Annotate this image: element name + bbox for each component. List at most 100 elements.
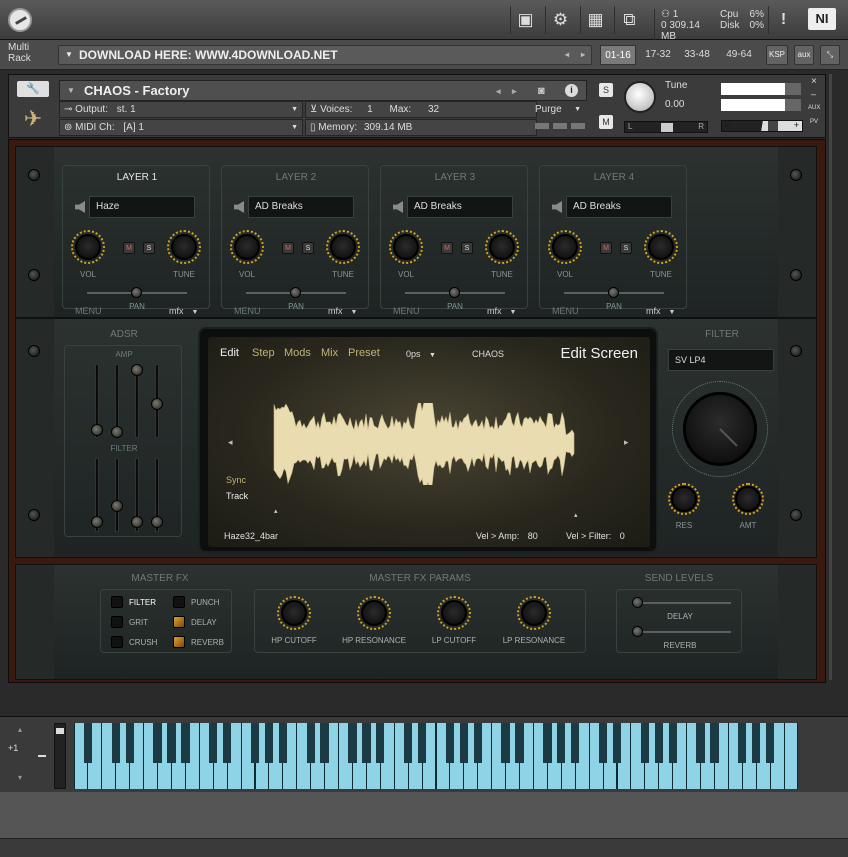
res-knob[interactable] bbox=[671, 486, 697, 512]
black-key[interactable] bbox=[167, 723, 176, 763]
mute-button[interactable]: M bbox=[123, 242, 135, 254]
prev-instrument-icon[interactable]: ◂ bbox=[496, 81, 501, 101]
black-key[interactable] bbox=[376, 723, 385, 763]
black-key[interactable] bbox=[348, 723, 357, 763]
pan-handle[interactable] bbox=[449, 287, 460, 298]
solo-button[interactable]: S bbox=[143, 242, 155, 254]
black-key[interactable] bbox=[403, 723, 413, 763]
camera-icon[interactable]: ◙ bbox=[538, 81, 545, 101]
layer-sample-field[interactable]: Haze bbox=[89, 196, 195, 218]
layer-sample-field[interactable]: AD Breaks bbox=[248, 196, 354, 218]
menu-label[interactable]: MENU bbox=[393, 306, 420, 316]
speaker-icon[interactable] bbox=[234, 201, 244, 213]
next-arrow-icon[interactable]: ▸ bbox=[624, 437, 629, 448]
black-key[interactable] bbox=[765, 723, 775, 763]
fx-toggle-grit[interactable] bbox=[111, 616, 123, 628]
param-knob-hp-cutoff[interactable] bbox=[281, 600, 307, 626]
save-icon[interactable]: ▣ bbox=[510, 6, 540, 34]
black-key[interactable] bbox=[501, 723, 510, 763]
mute-button[interactable]: M bbox=[282, 242, 294, 254]
pan-slider[interactable]: L R bbox=[624, 121, 708, 133]
delay-send-handle[interactable] bbox=[632, 597, 643, 608]
mfx-dropdown[interactable]: mfx ▼ bbox=[169, 306, 198, 316]
mfx-dropdown[interactable]: mfx ▼ bbox=[487, 306, 516, 316]
end-marker-icon[interactable]: ▴ bbox=[574, 511, 578, 519]
black-key[interactable] bbox=[417, 723, 427, 763]
fx-toggle-delay[interactable] bbox=[173, 616, 185, 628]
black-key[interactable] bbox=[181, 723, 190, 763]
gear-icon[interactable]: ⚙ bbox=[545, 6, 575, 34]
aux-label[interactable]: AUX bbox=[808, 105, 820, 111]
black-key[interactable] bbox=[640, 723, 649, 763]
vel-amp[interactable]: Vel > Amp: 80 bbox=[476, 531, 538, 541]
speaker-icon[interactable] bbox=[552, 201, 562, 213]
tab-mix[interactable]: Mix bbox=[321, 347, 338, 359]
black-key[interactable] bbox=[125, 723, 134, 763]
mfx-dropdown[interactable]: mfx ▼ bbox=[646, 306, 675, 316]
filter-fader-release[interactable] bbox=[151, 516, 163, 528]
amp-fader-attack[interactable] bbox=[91, 424, 103, 436]
vol-knob[interactable] bbox=[552, 234, 578, 260]
prev-arrow-icon[interactable]: ◂ bbox=[565, 46, 569, 64]
black-key[interactable] bbox=[362, 723, 371, 763]
info-icon[interactable]: i bbox=[565, 84, 578, 97]
mute-button[interactable]: M bbox=[600, 242, 612, 254]
volume-handle[interactable] bbox=[768, 121, 778, 131]
output-row[interactable]: ⊸ Output: st. 1 ▼ bbox=[59, 101, 303, 118]
wrench-icon[interactable]: 🔧 bbox=[17, 81, 49, 97]
black-key[interactable] bbox=[153, 723, 162, 763]
menu-label[interactable]: MENU bbox=[552, 306, 579, 316]
track-label[interactable]: Track bbox=[226, 491, 248, 501]
pitch-wheel-handle[interactable] bbox=[56, 728, 64, 734]
vel-filter[interactable]: Vel > Filter: 0 bbox=[566, 531, 625, 541]
black-key[interactable] bbox=[738, 723, 747, 763]
pan-handle[interactable] bbox=[131, 287, 142, 298]
instrument-name-field[interactable]: ▼ CHAOS - Factory ◂ ▸ ◙ i bbox=[59, 80, 587, 101]
black-key[interactable] bbox=[250, 723, 260, 763]
pv-label[interactable]: PV bbox=[810, 119, 818, 125]
start-marker-icon[interactable]: ▴ bbox=[274, 507, 278, 515]
close-icon[interactable]: × bbox=[811, 76, 817, 87]
amp-fader-release[interactable] bbox=[151, 398, 163, 410]
midi-channel-row[interactable]: ⊚ MIDI Ch: [A] 1 ▼ bbox=[59, 119, 303, 136]
pitch-wheel[interactable] bbox=[54, 723, 66, 789]
param-knob-lp-resonance[interactable] bbox=[521, 600, 547, 626]
black-key[interactable] bbox=[598, 723, 608, 763]
tune-knob[interactable] bbox=[330, 234, 356, 260]
black-key[interactable] bbox=[696, 723, 705, 763]
black-key[interactable] bbox=[264, 723, 274, 763]
warning-icon[interactable]: ! bbox=[768, 6, 798, 34]
black-key[interactable] bbox=[278, 723, 287, 763]
kontakt-logo-icon[interactable] bbox=[8, 8, 32, 32]
black-key[interactable] bbox=[668, 723, 677, 763]
pan-handle[interactable] bbox=[290, 287, 301, 298]
black-key[interactable] bbox=[654, 723, 663, 763]
black-key[interactable] bbox=[445, 723, 455, 763]
tab-step[interactable]: Step bbox=[252, 347, 275, 359]
menu-label[interactable]: MENU bbox=[234, 306, 261, 316]
octave-up-icon[interactable]: ▴ bbox=[18, 725, 22, 734]
range-tab-01-16[interactable]: 01-16 bbox=[600, 45, 636, 65]
filter-cutoff-knob[interactable] bbox=[683, 392, 757, 466]
volume-slider[interactable]: – + bbox=[721, 120, 803, 132]
tune-knob[interactable] bbox=[489, 234, 515, 260]
black-key[interactable] bbox=[83, 723, 93, 763]
octave-down-icon[interactable]: ▾ bbox=[18, 773, 22, 782]
rack-scrollbar[interactable] bbox=[829, 74, 832, 680]
mute-button[interactable]: M bbox=[599, 115, 613, 129]
speaker-icon[interactable] bbox=[393, 201, 403, 213]
black-key[interactable] bbox=[557, 723, 566, 763]
black-key[interactable] bbox=[612, 723, 622, 763]
range-tab-17-32[interactable]: 17-32 bbox=[640, 45, 676, 65]
speaker-icon[interactable] bbox=[75, 201, 85, 213]
fx-toggle-filter[interactable] bbox=[111, 596, 123, 608]
amt-knob[interactable] bbox=[735, 486, 761, 512]
filter-fader-decay[interactable] bbox=[111, 500, 123, 512]
range-tab-49-64[interactable]: 49-64 bbox=[720, 45, 758, 65]
next-instrument-icon[interactable]: ▸ bbox=[512, 81, 517, 101]
filter-type-field[interactable]: SV LP4 bbox=[668, 349, 774, 371]
white-key[interactable] bbox=[784, 723, 798, 789]
vol-knob[interactable] bbox=[393, 234, 419, 260]
black-key[interactable] bbox=[111, 723, 120, 763]
mute-button[interactable]: M bbox=[441, 242, 453, 254]
